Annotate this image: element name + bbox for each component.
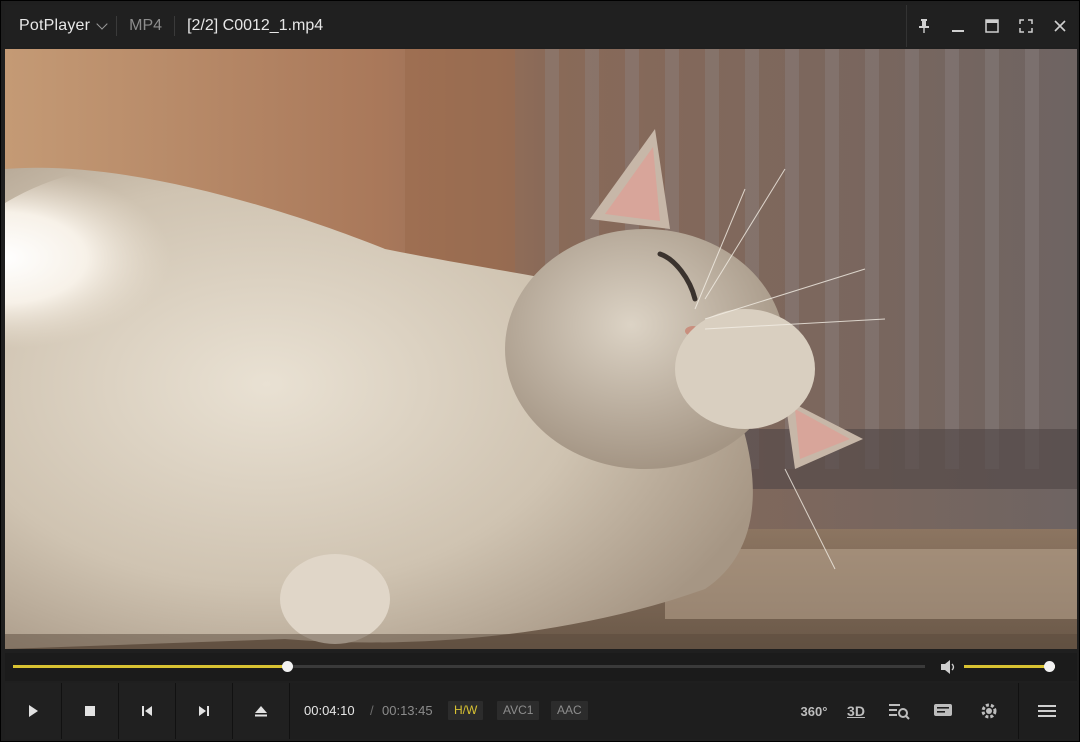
- window-controls: [906, 5, 1077, 47]
- video-frame[interactable]: [5, 49, 1077, 649]
- maximize-button[interactable]: [975, 5, 1009, 47]
- hw-decoder-badge[interactable]: H/W: [448, 701, 484, 720]
- minimize-icon: [952, 30, 964, 32]
- seek-bar-thumb[interactable]: [281, 661, 293, 672]
- settings-icon: [981, 703, 997, 719]
- audio-codec-badge[interactable]: AAC: [551, 701, 588, 720]
- time-separator: /: [370, 703, 374, 718]
- volume-slider-thumb[interactable]: [1044, 661, 1055, 672]
- control-bar: 00:04:10 / 00:13:45 H/W AVC1 AAC 360° 3D: [5, 683, 1077, 739]
- seek-row: [5, 653, 1077, 681]
- next-button[interactable]: [176, 683, 233, 739]
- chat-icon: [934, 704, 952, 716]
- play-icon: [29, 705, 38, 717]
- video-cat-image: [5, 49, 1077, 649]
- current-time[interactable]: 00:04:10: [304, 703, 355, 718]
- playlist-search-icon: [889, 704, 910, 720]
- app-menu-button[interactable]: PotPlayer: [5, 5, 116, 47]
- seek-bar[interactable]: [13, 661, 925, 672]
- app-name: PotPlayer: [19, 17, 91, 34]
- eject-icon: [255, 706, 267, 717]
- next-icon: [199, 706, 209, 716]
- close-button[interactable]: [1043, 5, 1077, 47]
- format-label: MP4: [129, 17, 163, 34]
- previous-button[interactable]: [119, 683, 176, 739]
- stop-icon: [85, 706, 95, 716]
- pin-button[interactable]: [907, 5, 941, 47]
- volume-slider[interactable]: [964, 661, 1055, 672]
- 3d-button[interactable]: 3D: [841, 693, 871, 729]
- file-title: [2/2] C0012_1.mp4: [187, 17, 324, 34]
- maximize-icon: [985, 19, 999, 33]
- stop-button[interactable]: [62, 683, 119, 739]
- menu-icon: [1038, 705, 1056, 717]
- chat-button[interactable]: [931, 693, 955, 729]
- previous-icon: [142, 706, 152, 716]
- volume-button[interactable]: [939, 659, 959, 675]
- playlist-search-button[interactable]: [885, 693, 915, 729]
- eject-button[interactable]: [233, 683, 290, 739]
- title-bar: PotPlayer MP4 [2/2] C0012_1.mp4: [5, 5, 1077, 47]
- player-window: PotPlayer MP4 [2/2] C0012_1.mp4 00:04:10…: [0, 0, 1080, 742]
- menu-caret-icon: [96, 17, 108, 30]
- control-divider: [1018, 683, 1019, 739]
- main-menu-button[interactable]: [1029, 693, 1065, 729]
- minimize-button[interactable]: [941, 5, 975, 47]
- vr360-label: 360°: [800, 703, 828, 719]
- play-button[interactable]: [5, 683, 62, 739]
- seek-bar-fill: [13, 665, 287, 668]
- volume-slider-fill: [964, 665, 1055, 668]
- fullscreen-icon: [1019, 19, 1033, 33]
- video-codec-badge[interactable]: AVC1: [497, 701, 540, 720]
- vr360-button[interactable]: 360°: [796, 693, 832, 729]
- fullscreen-button[interactable]: [1009, 5, 1043, 47]
- 3d-label: 3D: [847, 703, 865, 719]
- pin-icon: [919, 19, 929, 33]
- settings-button[interactable]: [975, 693, 1003, 729]
- volume-icon: [941, 660, 955, 674]
- close-icon: [1054, 20, 1066, 32]
- total-duration[interactable]: 00:13:45: [382, 703, 433, 718]
